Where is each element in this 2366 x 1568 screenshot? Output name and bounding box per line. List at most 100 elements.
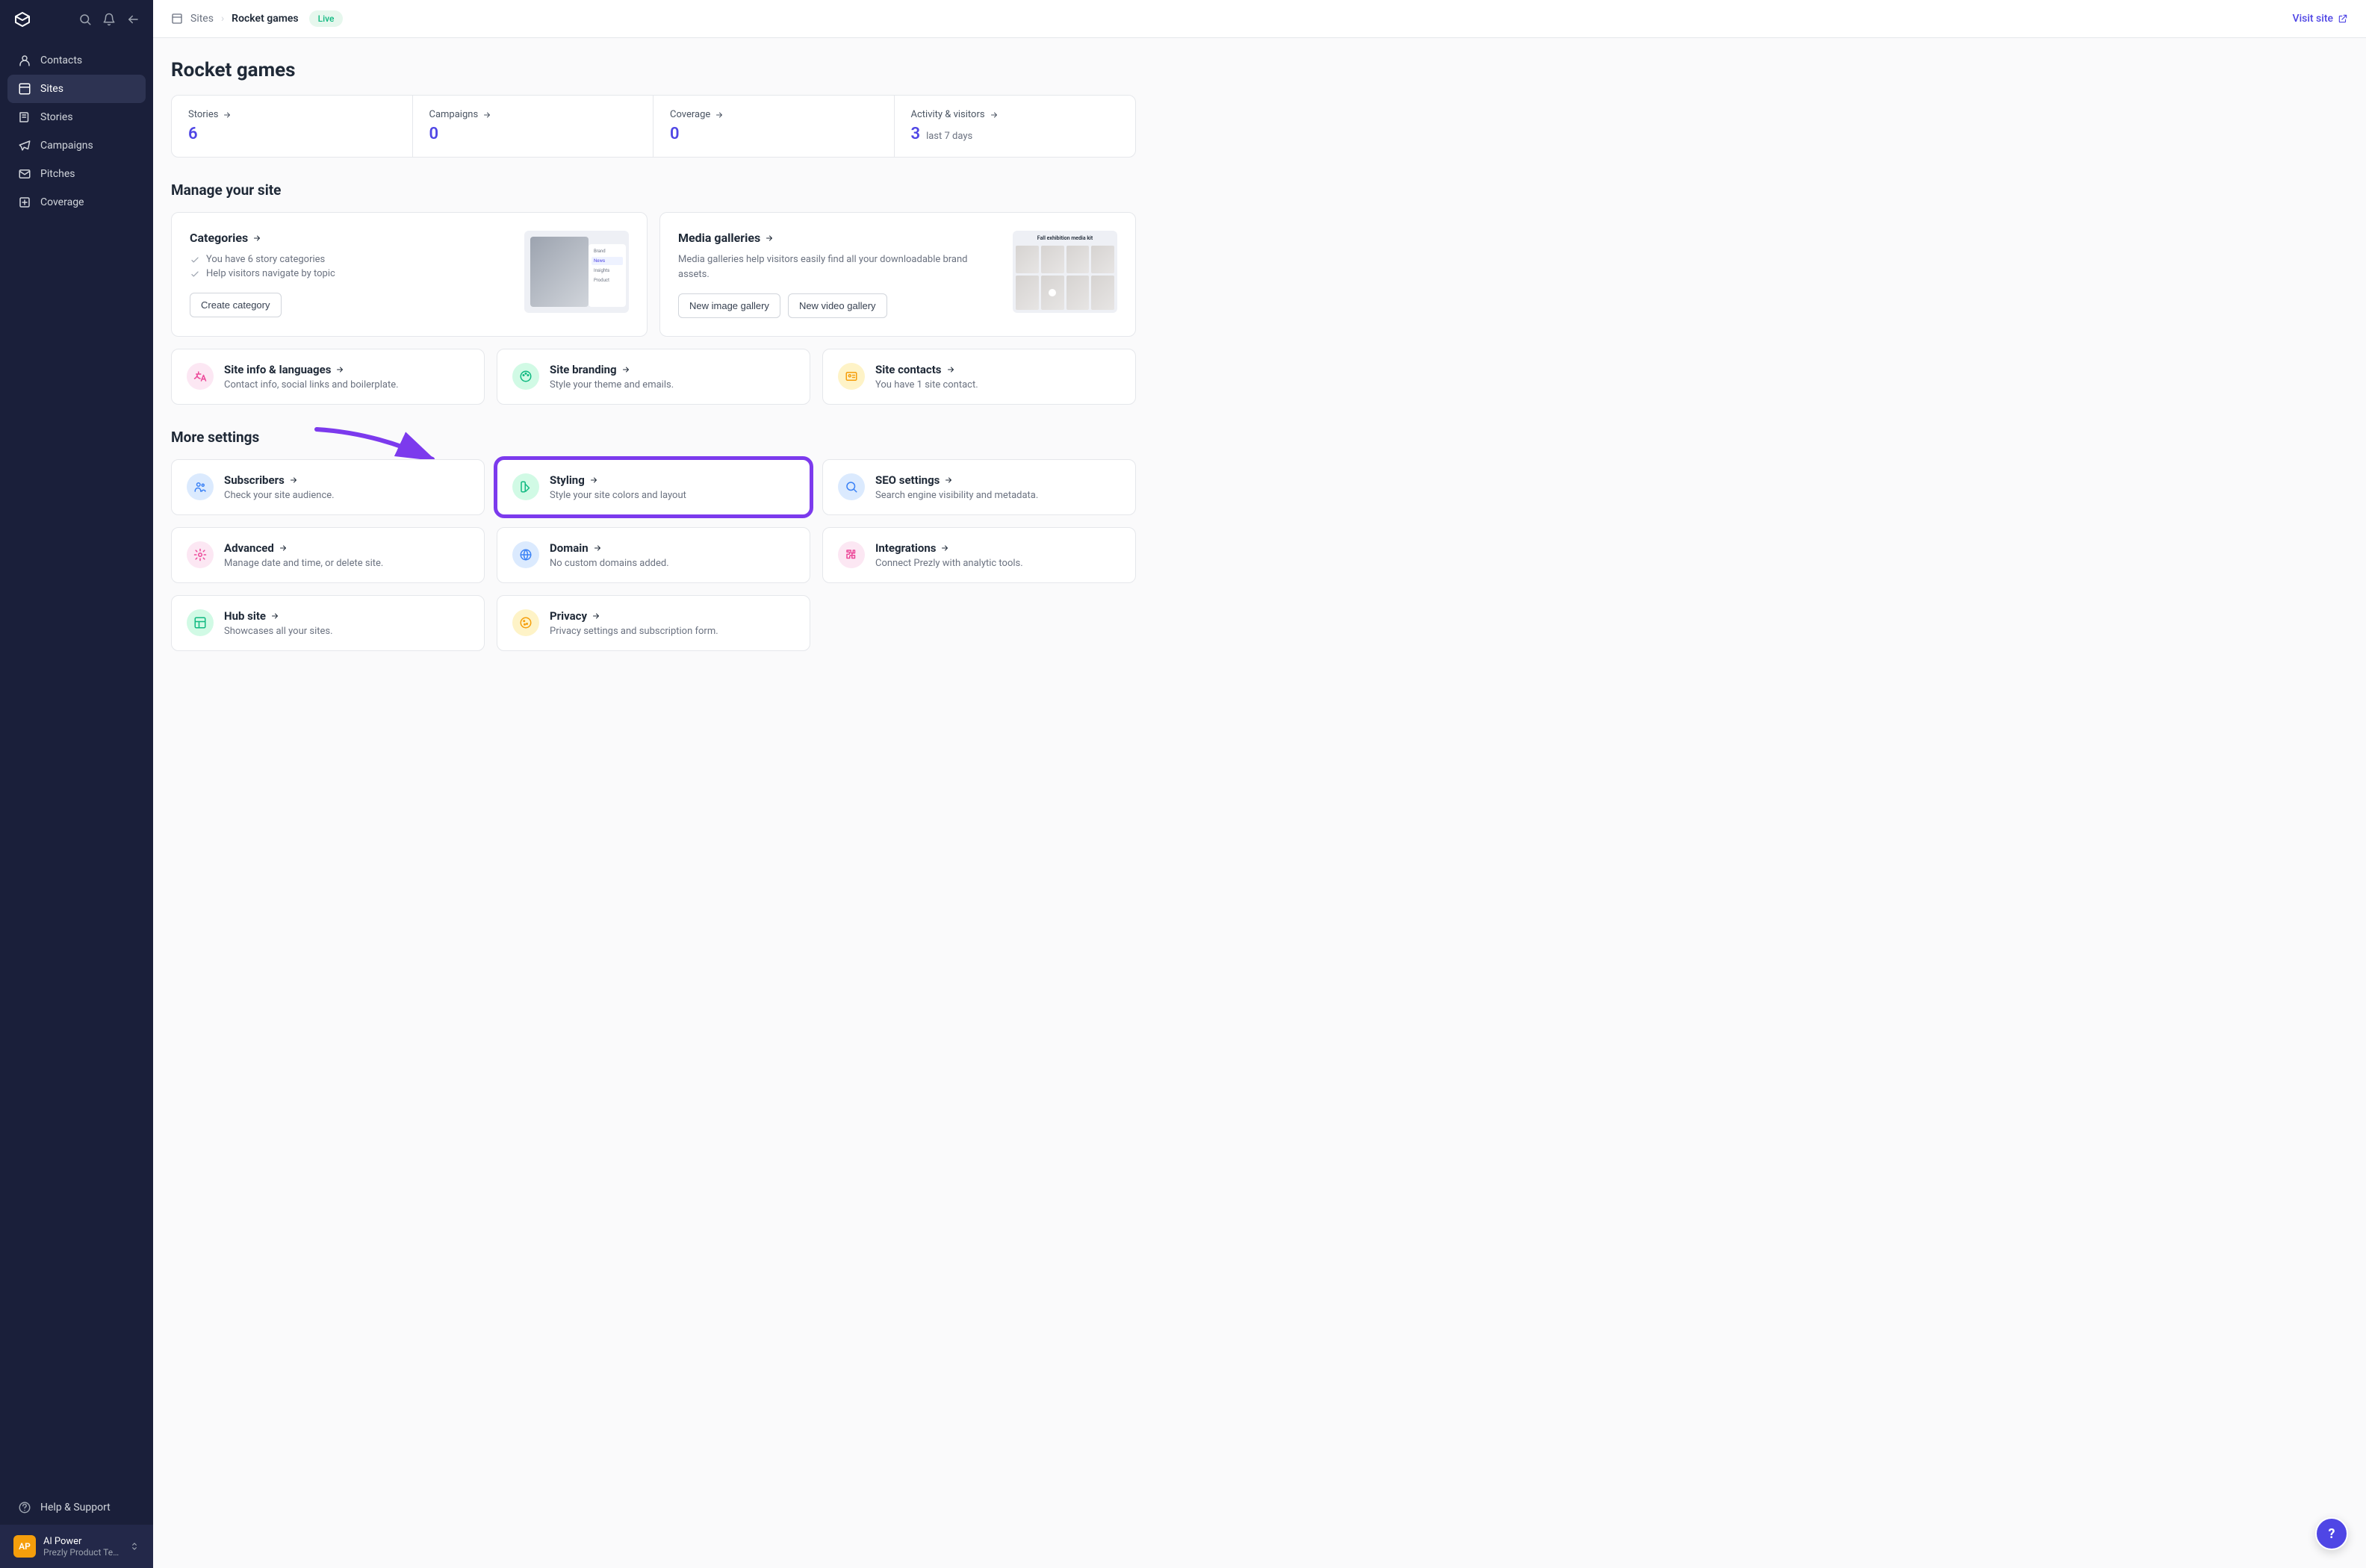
breadcrumb-root[interactable]: Sites <box>190 13 214 25</box>
tile-site-branding[interactable]: Site branding Style your theme and email… <box>497 349 810 405</box>
tile-desc: Check your site audience. <box>224 490 335 501</box>
page-title: Rocket games <box>171 59 1136 81</box>
arrow-right-icon <box>715 111 724 119</box>
tile-advanced[interactable]: Advanced Manage date and time, or delete… <box>171 527 485 583</box>
nav-label: Contacts <box>40 55 82 66</box>
external-link-icon <box>2338 13 2348 24</box>
nav-label: Stories <box>40 111 73 123</box>
tile-desc: Style your theme and emails. <box>550 379 674 391</box>
nav-sites[interactable]: Sites <box>7 75 146 103</box>
tile-subscribers[interactable]: Subscribers Check your site audience. <box>171 459 485 515</box>
nav-campaigns[interactable]: Campaigns <box>7 131 146 160</box>
swatch-icon <box>512 473 539 500</box>
id-icon <box>838 363 865 390</box>
help-fab[interactable]: ? <box>2315 1517 2348 1550</box>
arrow-right-icon <box>940 544 949 553</box>
tile-desc: Showcases all your sites. <box>224 626 333 637</box>
cookie-icon <box>512 609 539 636</box>
check-icon <box>190 255 200 265</box>
bell-icon[interactable] <box>102 13 116 26</box>
tile-desc: Manage date and time, or delete site. <box>224 558 383 569</box>
tile-desc: You have 1 site contact. <box>875 379 978 391</box>
breadcrumb: Sites › Rocket games Live <box>171 10 343 27</box>
create-category-button[interactable]: Create category <box>190 293 282 317</box>
puzzle-icon <box>838 541 865 568</box>
stat-value: 3 <box>911 125 921 143</box>
arrow-right-icon <box>223 111 232 119</box>
layout-icon <box>187 609 214 636</box>
tile-styling[interactable]: Styling Style your site colors and layou… <box>497 459 810 515</box>
tile-desc: Privacy settings and subscription form. <box>550 626 718 637</box>
arrow-right-icon <box>592 612 600 620</box>
tile-seo-settings[interactable]: SEO settings Search engine visibility an… <box>822 459 1136 515</box>
arrow-right-icon <box>279 544 288 553</box>
main-area: Sites › Rocket games Live Visit site Roc… <box>153 0 2366 1568</box>
help-support-link[interactable]: Help & Support <box>0 1490 153 1525</box>
breadcrumb-sep: › <box>221 13 224 25</box>
card-galleries: Media galleries Media galleries help vis… <box>659 212 1136 337</box>
stat-label: Stories <box>188 109 218 120</box>
nav-pitches[interactable]: Pitches <box>7 160 146 188</box>
user-menu[interactable]: AP Al Power Prezly Product Tea... <box>0 1525 153 1568</box>
tile-integrations[interactable]: Integrations Connect Prezly with analyti… <box>822 527 1136 583</box>
breadcrumb-current: Rocket games <box>232 13 298 25</box>
arrow-right-icon <box>270 612 279 620</box>
stat-campaigns[interactable]: Campaigns0 <box>413 96 654 157</box>
new-image-gallery-button[interactable]: New image gallery <box>678 293 780 318</box>
tile-title: Styling <box>550 473 686 487</box>
tile-title: Subscribers <box>224 473 335 487</box>
tile-desc: Connect Prezly with analytic tools. <box>875 558 1023 569</box>
help-label: Help & Support <box>40 1502 111 1513</box>
card-categories: Categories You have 6 story categories H… <box>171 212 648 337</box>
card-categories-title[interactable]: Categories <box>190 231 509 245</box>
thumb-item: News <box>592 257 623 265</box>
sidebar-header <box>0 0 153 39</box>
visit-label: Visit site <box>2293 13 2333 25</box>
search-icon[interactable] <box>78 13 92 26</box>
arrow-right-icon <box>335 365 344 374</box>
tile-title: Site contacts <box>875 363 978 376</box>
arrow-right-icon <box>589 476 598 485</box>
stat-coverage[interactable]: Coverage0 <box>653 96 895 157</box>
sidebar-nav: Contacts Sites Stories Campaigns Pitches… <box>0 39 153 224</box>
tile-site-info-languages[interactable]: Site info & languages Contact info, soci… <box>171 349 485 405</box>
card-galleries-title[interactable]: Media galleries <box>678 231 998 245</box>
avatar: AP <box>13 1535 36 1558</box>
thumb-item: Insights <box>592 267 623 275</box>
thumb-item: Product <box>592 276 623 284</box>
tile-title: Site info & languages <box>224 363 399 376</box>
arrow-right-icon <box>621 365 630 374</box>
arrow-right-icon <box>765 234 774 243</box>
app-logo-icon <box>13 10 31 28</box>
globe-icon <box>512 541 539 568</box>
tile-title: Integrations <box>875 541 1023 555</box>
users-icon <box>187 473 214 500</box>
stat-activity[interactable]: Activity & visitors3last 7 days <box>895 96 1136 157</box>
arrow-right-icon <box>990 111 999 119</box>
thumb-item: Brand <box>592 247 623 255</box>
new-video-gallery-button[interactable]: New video gallery <box>788 293 887 318</box>
tile-domain[interactable]: Domain No custom domains added. <box>497 527 810 583</box>
arrow-right-icon <box>593 544 602 553</box>
stat-stories[interactable]: Stories 6 <box>172 96 413 157</box>
nav-contacts[interactable]: Contacts <box>7 46 146 75</box>
stat-value: 6 <box>188 125 396 143</box>
stat-label: Activity & visitors <box>911 109 985 120</box>
nav-stories[interactable]: Stories <box>7 103 146 131</box>
visit-site-link[interactable]: Visit site <box>2293 13 2348 25</box>
nav-label: Coverage <box>40 196 84 208</box>
arrow-right-icon <box>289 476 298 485</box>
arrow-right-icon <box>252 234 261 243</box>
tile-title: SEO settings <box>875 473 1038 487</box>
tile-site-contacts[interactable]: Site contacts You have 1 site contact. <box>822 349 1136 405</box>
tile-hub-site[interactable]: Hub site Showcases all your sites. <box>171 595 485 651</box>
tile-privacy[interactable]: Privacy Privacy settings and subscriptio… <box>497 595 810 651</box>
collapse-icon[interactable] <box>126 13 140 26</box>
tile-desc: No custom domains added. <box>550 558 669 569</box>
user-name: Al Power <box>43 1536 122 1547</box>
translate-icon <box>187 363 214 390</box>
tile-title: Site branding <box>550 363 674 376</box>
user-team: Prezly Product Tea... <box>43 1547 122 1558</box>
tile-title: Advanced <box>224 541 383 555</box>
nav-coverage[interactable]: Coverage <box>7 188 146 217</box>
